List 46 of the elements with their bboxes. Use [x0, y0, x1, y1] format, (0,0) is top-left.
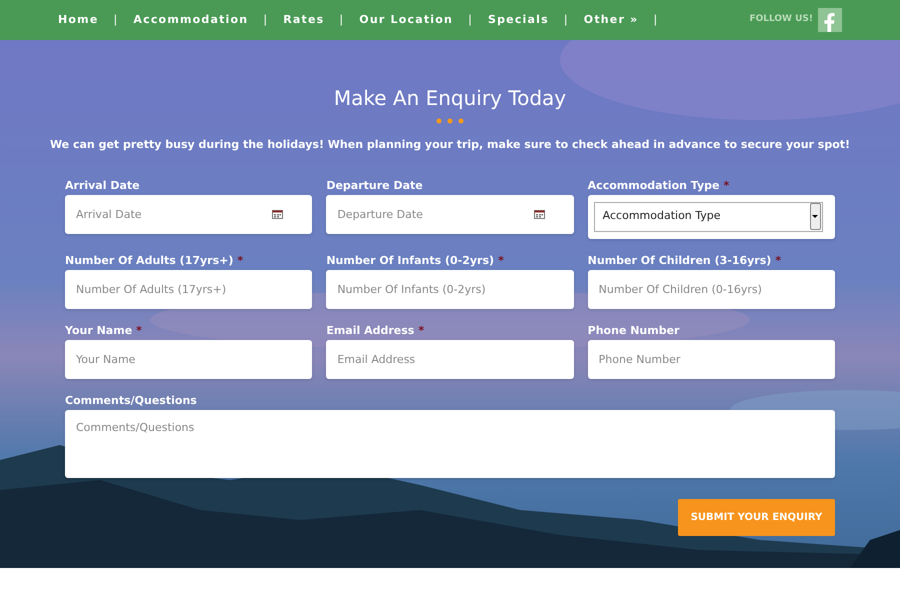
required-asterisk: * — [724, 178, 730, 192]
follow-label: FOLLOW US! — [749, 13, 813, 26]
required-asterisk: * — [498, 254, 504, 266]
nav-separator: | — [468, 12, 473, 28]
intro-text: We can get pretty busy during the holidays! When planning your trip, make sure to check ahead in advance to secure your spot! — [50, 137, 850, 153]
field-label: Your Name — [65, 324, 132, 336]
field-label: Accommodation Type — [588, 178, 720, 192]
dots-icon — [436, 118, 464, 124]
nav-link[interactable]: Other » — [584, 12, 638, 28]
nav-separator: | — [653, 12, 658, 28]
field-label: Number Of Adults (17yrs+) — [65, 254, 234, 266]
field-label: Phone Number — [588, 324, 680, 336]
submit-button[interactable]: SUBMIT YOUR ENQUIRY — [678, 498, 835, 536]
required-asterisk: * — [136, 324, 142, 336]
nav-link[interactable]: Our Location — [359, 12, 454, 28]
input-field[interactable]: Number Of Adults (17yrs+) — [65, 270, 312, 308]
field-label: Arrival Date — [65, 178, 140, 192]
field-label: Departure Date — [326, 178, 423, 192]
comments-field[interactable]: Comments/Questions — [65, 410, 835, 478]
field-label: Comments/Questions — [65, 394, 197, 406]
input-field[interactable]: Number Of Infants (0-2yrs) — [326, 270, 574, 308]
field-label: Email Address — [326, 324, 414, 336]
nav-link[interactable]: Rates — [283, 12, 324, 28]
nav-separator: | — [114, 12, 118, 28]
facebook-icon[interactable] — [818, 8, 842, 32]
input-field[interactable]: Your Name — [65, 340, 312, 378]
nav-link[interactable]: Specials — [488, 12, 549, 28]
nav-separator: | — [339, 12, 344, 28]
field-label: Number Of Children (3-16yrs) — [588, 254, 772, 266]
nav-separator: | — [564, 12, 569, 28]
accommodation-select[interactable]: Accommodation Type — [594, 202, 823, 232]
nav-link[interactable]: Accommodation — [133, 12, 248, 28]
required-asterisk: * — [237, 254, 244, 266]
required-asterisk: * — [775, 254, 782, 266]
date-field[interactable]: Arrival Date — [65, 194, 312, 234]
field-label: Number Of Infants (0-2yrs) — [326, 254, 494, 266]
nav-link[interactable]: Home — [58, 12, 98, 28]
page-heading: Make An Enquiry Today — [334, 85, 566, 112]
date-field[interactable]: Departure Date — [326, 194, 574, 234]
nav-separator: | — [263, 12, 268, 28]
calendar-icon — [272, 210, 284, 218]
input-field[interactable]: Number Of Children (0-16yrs) — [588, 270, 835, 308]
required-asterisk: * — [418, 324, 424, 336]
input-field[interactable]: Email Address — [326, 340, 574, 378]
input-field[interactable]: Phone Number — [588, 340, 835, 378]
calendar-icon — [534, 210, 545, 218]
